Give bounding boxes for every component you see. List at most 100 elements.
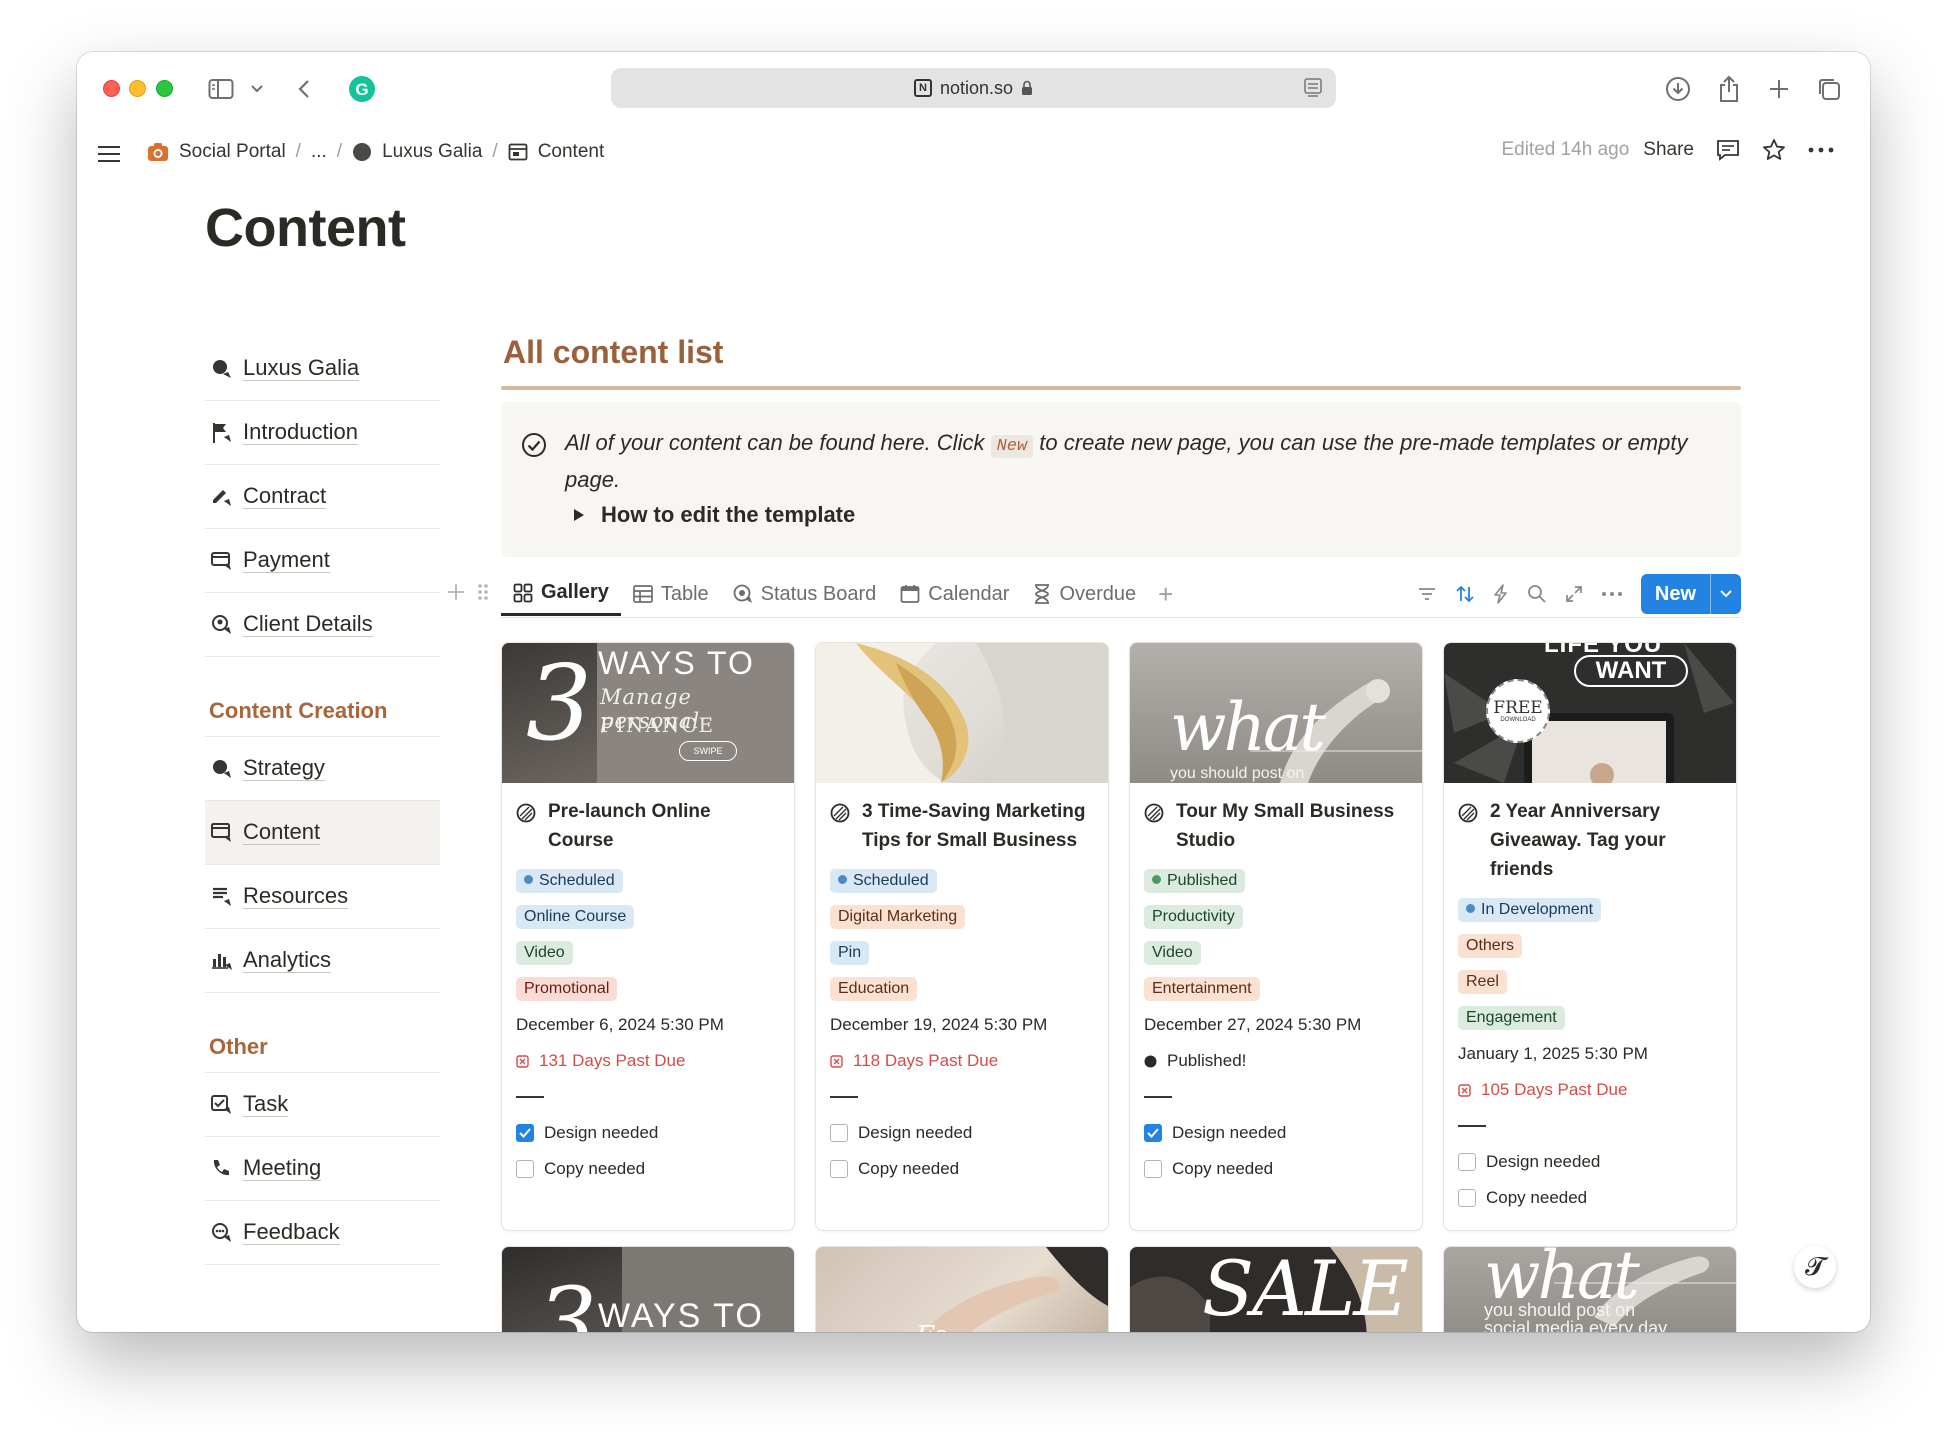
search-icon[interactable] [1527, 584, 1547, 604]
tab-label: Gallery [541, 581, 609, 603]
more-options-icon[interactable] [1808, 147, 1834, 153]
gallery-card[interactable]: 3 Time-Saving Marketing Tips for Small B… [815, 642, 1109, 1231]
gallery-card[interactable]: 3 WAYS TO Manage personal FINANCE SWIPE … [501, 642, 795, 1231]
card-title-text: 3 Time-Saving Marketing Tips for Small B… [862, 801, 1086, 851]
sidebar-item-analytics[interactable]: Analytics [205, 929, 440, 993]
checkbox-unchecked[interactable] [1458, 1189, 1476, 1207]
sidebar-item-feedback[interactable]: Feedback [205, 1201, 440, 1265]
checkbox-unchecked[interactable] [516, 1160, 534, 1178]
cover-text: WAYS TO [598, 1297, 764, 1332]
tag: Others [1458, 934, 1523, 958]
gallery-card[interactable]: SALE [1129, 1246, 1423, 1332]
hatched-circle-icon [1458, 803, 1478, 823]
zoom-window-button[interactable] [156, 80, 173, 97]
checkbox-unchecked[interactable] [830, 1160, 848, 1178]
breadcrumb: Social Portal / ... / Luxus Galia / Cont… [147, 141, 604, 163]
new-button[interactable]: New [1640, 574, 1741, 614]
star-icon[interactable] [1762, 138, 1786, 162]
notion-favicon-icon: N [913, 79, 932, 97]
copy-needed-checkbox[interactable]: Copy needed [1144, 1151, 1408, 1187]
inline-code-new: New [990, 435, 1034, 458]
gallery-card[interactable]: what you should post on social media eve… [1443, 1246, 1737, 1332]
download-icon[interactable] [1664, 74, 1692, 104]
tab-status-board[interactable]: Status Board [721, 572, 889, 616]
reader-mode-icon[interactable] [1304, 78, 1322, 98]
breadcrumb-label: ... [310, 141, 327, 162]
gallery-card[interactable]: what you should post on Tour My Small Bu… [1129, 642, 1423, 1231]
copy-needed-checkbox[interactable]: Copy needed [1458, 1180, 1722, 1216]
lightning-icon[interactable] [1493, 584, 1509, 604]
status-badge: Published [1144, 869, 1246, 893]
checkbox-checked[interactable] [516, 1124, 534, 1142]
design-needed-checkbox[interactable]: Design needed [830, 1115, 1094, 1151]
notion-topbar: Social Portal / ... / Luxus Galia / Cont… [77, 126, 1870, 184]
comment-icon[interactable] [1716, 139, 1740, 161]
sidebar-item-client-details[interactable]: Client Details [205, 593, 440, 657]
sidebar-item-payment[interactable]: Payment [205, 529, 440, 593]
new-dropdown-chevron-icon[interactable] [1711, 574, 1741, 614]
sidebar-toggle-icon[interactable] [207, 74, 235, 104]
design-needed-checkbox[interactable]: Design needed [1458, 1144, 1722, 1180]
tag: Productivity [1144, 905, 1243, 929]
checkbox-unchecked[interactable] [830, 1124, 848, 1142]
address-bar[interactable]: N notion.so [611, 68, 1336, 108]
pen-link-icon [211, 486, 233, 508]
add-block-icon[interactable] [446, 582, 466, 602]
tab-table[interactable]: Table [621, 572, 721, 616]
close-window-button[interactable] [103, 80, 120, 97]
sidebar-item-meeting[interactable]: Meeting [205, 1137, 440, 1201]
cover-text: you should post on [1484, 1300, 1636, 1320]
share-icon[interactable] [1716, 74, 1742, 104]
chevron-down-icon[interactable] [249, 74, 265, 104]
share-button[interactable]: Share [1643, 139, 1694, 161]
tab-calendar[interactable]: Calendar [888, 572, 1021, 616]
tab-overview-icon[interactable] [1815, 74, 1843, 104]
breadcrumb-luxus-galia[interactable]: Luxus Galia [352, 141, 482, 163]
tab-overdue[interactable]: Overdue [1021, 572, 1148, 616]
design-needed-checkbox[interactable]: Design needed [516, 1115, 780, 1151]
design-needed-checkbox[interactable]: Design needed [1144, 1115, 1408, 1151]
grammarly-extension-icon[interactable]: G [347, 74, 377, 104]
copy-needed-checkbox[interactable]: Copy needed [516, 1151, 780, 1187]
tag: Promotional [516, 977, 618, 1001]
sidebar-item-introduction[interactable]: Introduction [205, 401, 440, 465]
breadcrumb-content[interactable]: Content [508, 141, 604, 163]
tab-gallery[interactable]: Gallery [501, 572, 621, 616]
checkbox-label: Design needed [858, 1123, 973, 1142]
sidebar-item-content[interactable]: Content [205, 801, 440, 865]
sidebar-item-resources[interactable]: Resources [205, 865, 440, 929]
sidebar-item-luxus-galia[interactable]: Luxus Galia [205, 337, 440, 401]
tag: Digital Marketing [830, 905, 966, 929]
callout-text: All of your content can be found here. C… [565, 426, 1705, 496]
gallery-icon [513, 583, 533, 602]
gallery-card[interactable]: 3 WAYS TO [501, 1246, 795, 1332]
copy-needed-checkbox[interactable]: Copy needed [830, 1151, 1094, 1187]
hamburger-menu-icon[interactable] [97, 144, 121, 169]
gallery-card[interactable]: Fo [815, 1246, 1109, 1332]
sidebar-section-other: Other [205, 993, 440, 1073]
notion-ai-help-icon[interactable]: 𝓣 [1794, 1246, 1836, 1288]
back-arrow-icon[interactable] [295, 74, 313, 104]
checkbox-unchecked[interactable] [1144, 1160, 1162, 1178]
sidebar-item-task[interactable]: Task [205, 1073, 440, 1137]
drag-handle-icon[interactable] [476, 582, 490, 602]
due-indicator: 131 Days Past Due [516, 1043, 780, 1079]
flag-link-icon [211, 422, 233, 444]
new-tab-plus-icon[interactable] [1767, 74, 1791, 104]
toggle-how-to-edit[interactable]: How to edit the template [573, 502, 855, 528]
more-options-icon[interactable] [1601, 591, 1623, 597]
breadcrumb-ellipsis[interactable]: ... [311, 141, 327, 163]
sort-icon[interactable] [1455, 584, 1475, 604]
add-view-button[interactable]: + [1148, 579, 1183, 610]
sidebar-item-strategy[interactable]: Strategy [205, 737, 440, 801]
minimize-window-button[interactable] [129, 80, 146, 97]
new-button-label[interactable]: New [1641, 574, 1711, 614]
filter-icon[interactable] [1417, 587, 1437, 601]
checkbox-unchecked[interactable] [1458, 1153, 1476, 1171]
sidebar-item-contract[interactable]: Contract [205, 465, 440, 529]
view-tabs: Gallery Table Status Board Calendar Over… [501, 572, 1741, 618]
gallery-card[interactable]: LIFE YOU WANT FREE DOWNLOAD 2 Year Anniv… [1443, 642, 1737, 1231]
expand-icon[interactable] [1565, 585, 1583, 603]
checkbox-checked[interactable] [1144, 1124, 1162, 1142]
breadcrumb-social-portal[interactable]: Social Portal [147, 141, 286, 163]
